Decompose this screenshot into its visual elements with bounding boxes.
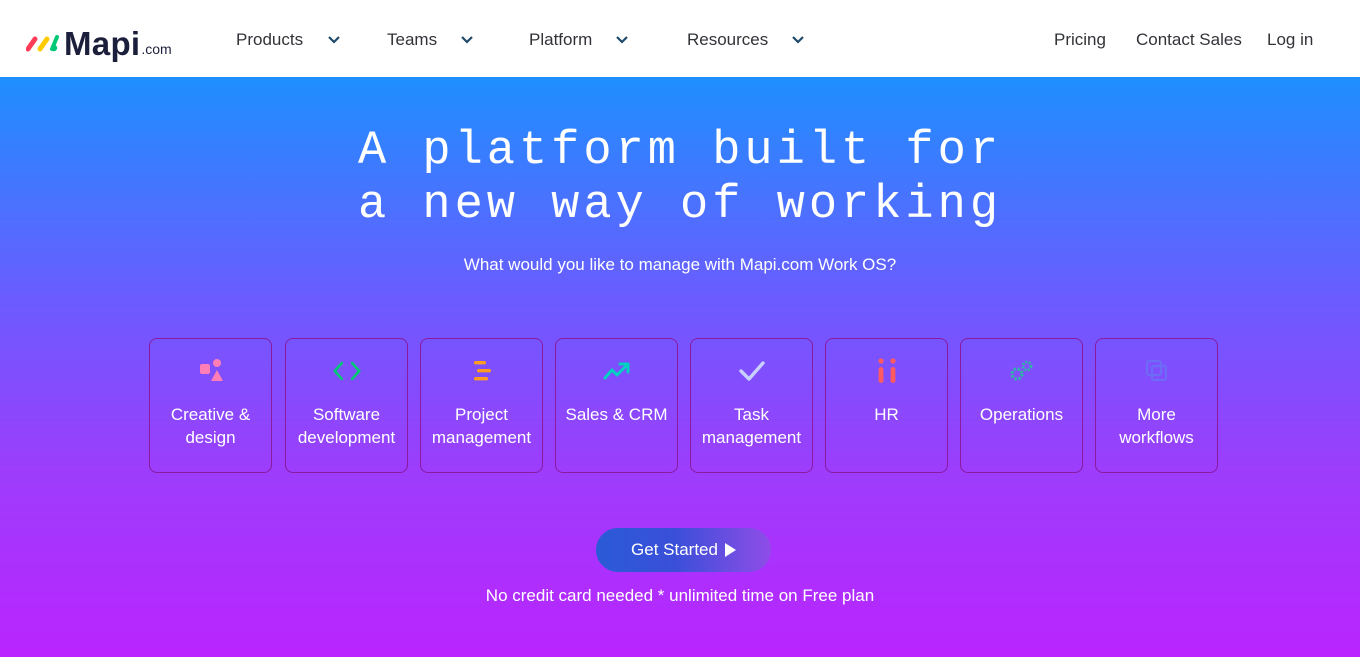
logo[interactable]: Mapi .com <box>26 22 172 62</box>
workflow-card-label: Operations <box>963 403 1081 426</box>
nav-menu-label: Platform <box>529 30 593 49</box>
gantt-icon <box>468 357 496 385</box>
nav-menu-label: Products <box>236 30 304 49</box>
workflow-card-label: HR <box>828 403 946 426</box>
workflow-card-label-line-2: design <box>185 428 236 447</box>
workflow-card-label-line-1: Software <box>312 405 381 424</box>
workflow-card-label: Project management <box>423 403 541 449</box>
nav-menu-teams[interactable]: Teams <box>387 30 474 50</box>
get-started-button[interactable]: Get Started <box>596 528 771 572</box>
login-link[interactable]: Log in <box>1267 30 1313 50</box>
free-plan-note: No credit card needed * unlimited time o… <box>485 586 875 605</box>
nav-menu-label: Resources <box>687 30 769 49</box>
logo-mark-icon <box>26 35 59 52</box>
shapes-icon <box>197 357 225 385</box>
check-icon <box>738 357 766 385</box>
workflow-card-label-line-2: management <box>431 428 532 447</box>
chevron-down-icon <box>328 36 340 44</box>
workflow-card-label-line-1: Operations <box>979 405 1064 424</box>
workflow-card-label-line-2: workflows <box>1119 428 1194 447</box>
workflow-card-label: Software development <box>288 403 406 449</box>
workflow-card-project-management[interactable]: Project management <box>420 338 543 473</box>
workflow-card-label: Task management <box>693 403 811 449</box>
workflow-card-label-line-1: HR <box>874 405 899 424</box>
workflow-card-sales-crm[interactable]: Sales & CRM <box>555 338 678 473</box>
hero-section: A platform built for a new way of workin… <box>0 77 1360 657</box>
trend-up-icon <box>603 357 631 385</box>
workflow-card-hr[interactable]: HR <box>825 338 948 473</box>
code-icon <box>332 357 361 385</box>
workflow-card-label-line-1: Creative & <box>170 405 251 424</box>
nav-menu-products[interactable]: Products <box>236 30 341 50</box>
workflow-card-label-line-1: Project <box>455 405 508 424</box>
hero-headline-line-1: A platform built for <box>357 125 1003 178</box>
workflow-card-label: Sales & CRM <box>558 403 676 426</box>
layers-icon <box>1143 357 1171 385</box>
chevron-down-icon <box>461 36 473 44</box>
workflow-card-label: More workflows <box>1098 403 1216 449</box>
workflow-card-creative-design[interactable]: Creative & design <box>149 338 272 473</box>
nav-menu-label: Teams <box>387 30 438 49</box>
workflow-card-label-line-2: development <box>297 428 396 447</box>
workflow-card-software-development[interactable]: Software development <box>285 338 408 473</box>
workflow-card-task-management[interactable]: Task management <box>690 338 813 473</box>
workflow-card-label: Creative & design <box>152 403 270 449</box>
workflow-card-label-line-1: More <box>1137 405 1176 424</box>
contact-sales-link[interactable]: Contact Sales <box>1136 30 1242 50</box>
logo-name: Mapi <box>64 25 141 62</box>
workflow-card-label-line-2: management <box>701 428 802 447</box>
nav-menu-platform[interactable]: Platform <box>529 30 629 50</box>
gears-icon <box>1008 357 1036 385</box>
top-navigation: Mapi .com Products Teams Platform Resour… <box>0 0 1360 77</box>
hero-subtitle: What would you like to manage with Mapi.… <box>463 255 897 274</box>
chevron-down-icon <box>792 36 805 44</box>
workflow-card-operations[interactable]: Operations <box>960 338 1083 473</box>
workflow-card-more-workflows[interactable]: More workflows <box>1095 338 1218 473</box>
get-started-label: Get Started <box>631 540 718 559</box>
hero-headline-line-2: a new way of working <box>357 179 1003 232</box>
nav-menu-resources[interactable]: Resources <box>687 30 805 50</box>
workflow-card-label-line-1: Sales & CRM <box>565 405 668 424</box>
chevron-down-icon <box>616 36 629 44</box>
logo-suffix: .com <box>141 41 172 57</box>
workflow-card-label-line-1: Task <box>734 405 769 424</box>
pricing-link[interactable]: Pricing <box>1054 30 1106 50</box>
hero-headline: A platform built for a new way of workin… <box>0 125 1360 233</box>
people-icon <box>873 357 901 385</box>
play-arrow-icon <box>724 543 736 557</box>
